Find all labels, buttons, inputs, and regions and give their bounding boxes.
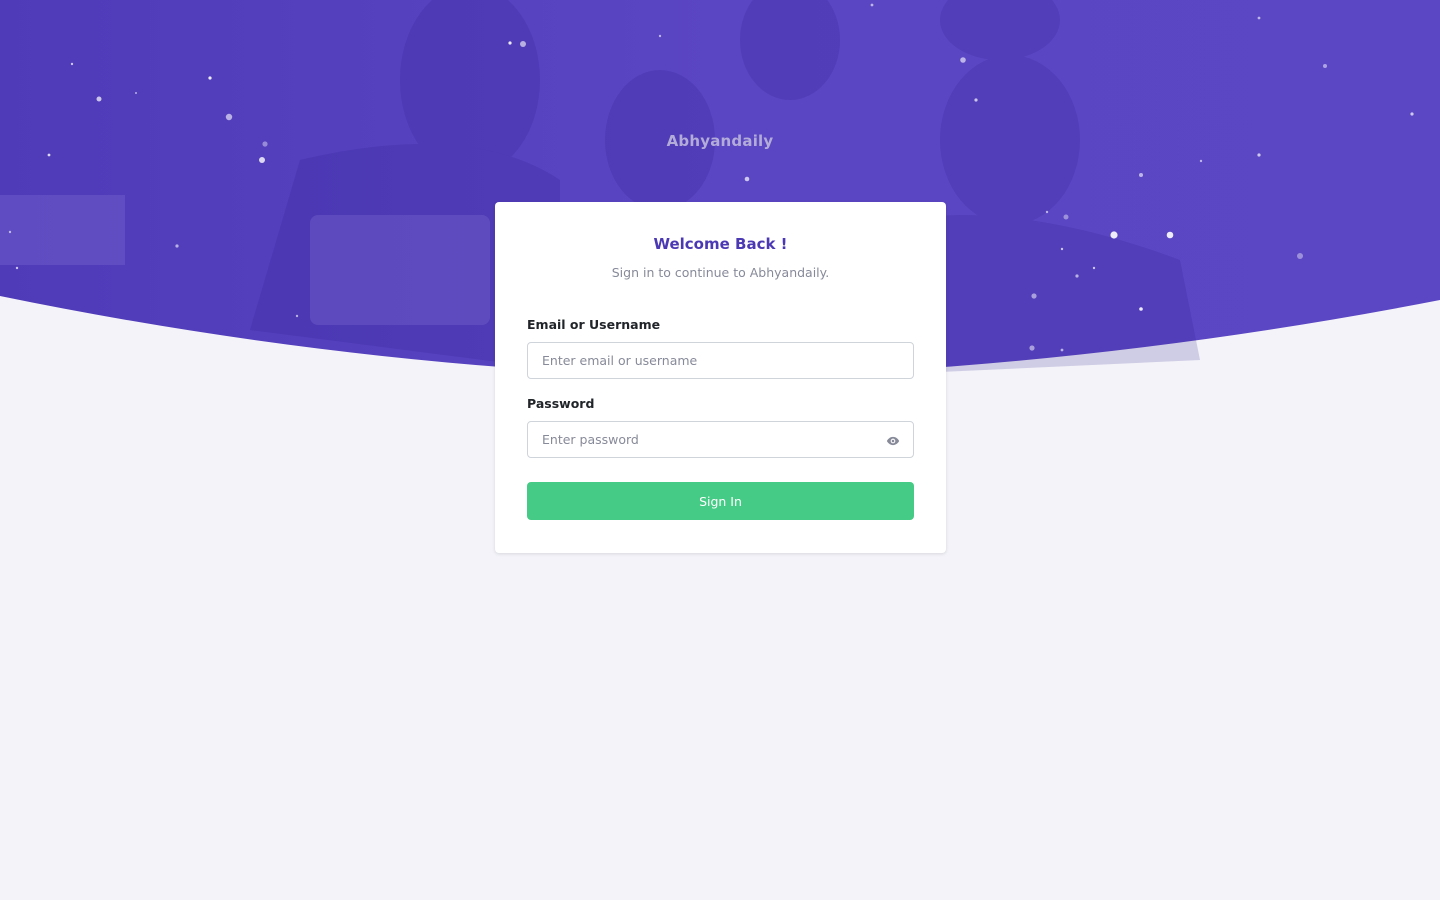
login-card: Welcome Back ! Sign in to continue to Ab… bbox=[495, 202, 946, 553]
password-label: Password bbox=[527, 396, 595, 411]
email-input[interactable] bbox=[527, 342, 914, 379]
card-subtitle: Sign in to continue to Abhyandaily. bbox=[611, 265, 830, 280]
card-title: Welcome Back ! bbox=[653, 235, 788, 253]
email-label: Email or Username bbox=[527, 317, 661, 332]
password-input[interactable] bbox=[527, 421, 914, 458]
brand-logo-text[interactable]: Abhyandaily bbox=[0, 132, 1440, 150]
eye-icon[interactable] bbox=[886, 433, 900, 447]
email-group: Email or Username bbox=[527, 317, 914, 379]
login-form: Email or Username Password Sign In bbox=[527, 317, 914, 520]
password-input-wrapper bbox=[527, 421, 914, 458]
password-group: Password bbox=[527, 396, 914, 458]
sign-in-button[interactable]: Sign In bbox=[527, 482, 914, 520]
